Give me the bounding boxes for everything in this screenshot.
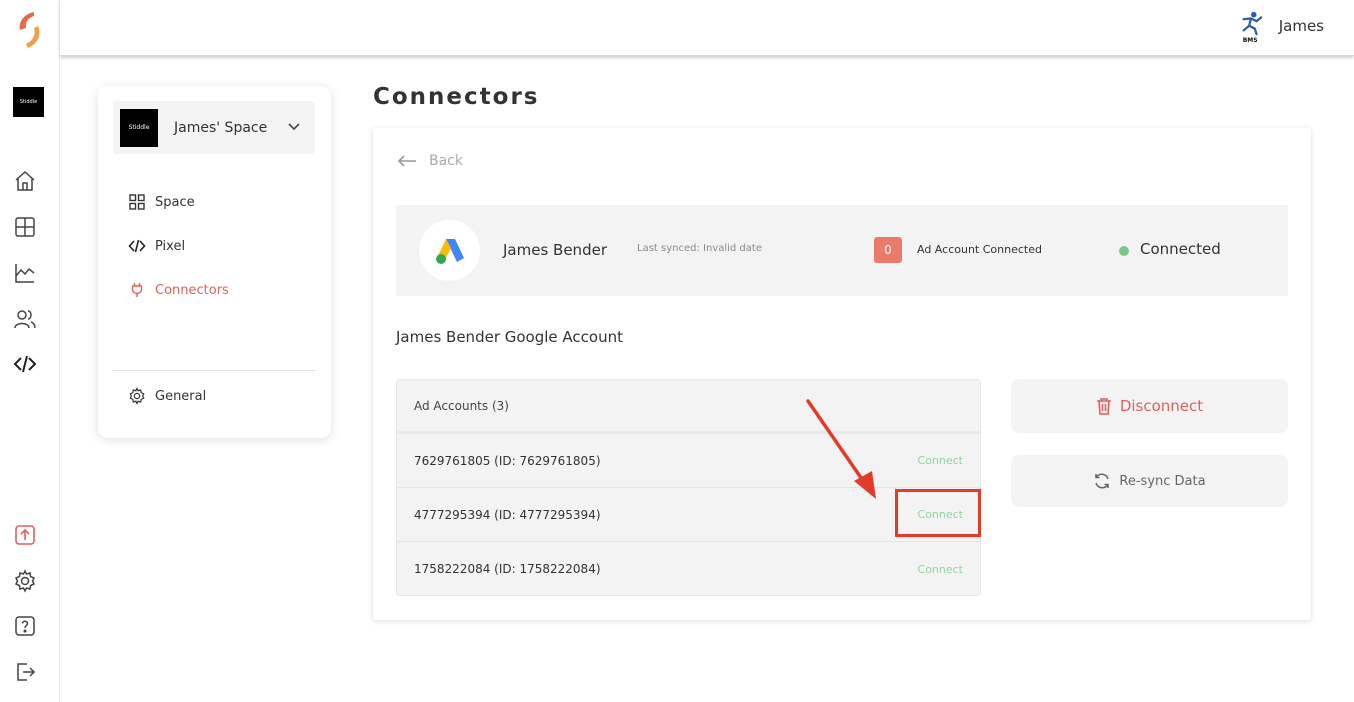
- arrow-left-icon: [397, 155, 416, 167]
- help-icon[interactable]: [12, 613, 38, 639]
- disconnect-label: Disconnect: [1119, 397, 1204, 415]
- workspace-thumbnail[interactable]: Stiddle: [13, 87, 44, 117]
- ad-account-connected-label: Ad Account Connected: [917, 243, 1042, 256]
- dashboard-icon[interactable]: [12, 214, 38, 240]
- account-name: James Bender: [503, 241, 607, 259]
- user-name: James: [1278, 17, 1324, 35]
- plug-icon: [131, 283, 143, 297]
- ad-account-count-badge: 0: [874, 237, 902, 263]
- ad-account-label: 7629761805 (ID: 7629761805): [414, 453, 601, 468]
- resync-button[interactable]: Re-sync Data: [1011, 455, 1288, 507]
- left-rail: Stiddle: [0, 0, 60, 702]
- sidebar-item-label: Connectors: [155, 282, 229, 298]
- status-dot-icon: [1119, 246, 1129, 256]
- back-button[interactable]: Back: [397, 153, 463, 169]
- annotation-highlight-box: [895, 489, 981, 537]
- account-summary: James Bender Last synced: Invalid date 0…: [396, 205, 1288, 296]
- disconnect-button[interactable]: Disconnect: [1011, 379, 1288, 433]
- logout-icon[interactable]: [12, 659, 38, 685]
- last-synced-text: Last synced: Invalid date: [637, 243, 762, 254]
- chevron-down-icon: [288, 123, 300, 131]
- user-logo-text: BMS: [1242, 37, 1258, 44]
- upload-icon[interactable]: [12, 522, 38, 548]
- google-account-title: James Bender Google Account: [396, 328, 623, 346]
- back-label: Back: [429, 153, 463, 169]
- sidebar-item-label: Space: [155, 194, 195, 210]
- trash-icon: [1096, 398, 1111, 415]
- home-icon[interactable]: [12, 168, 38, 194]
- space-name: James' Space: [174, 119, 268, 136]
- page-title: Connectors: [373, 84, 540, 110]
- code-icon[interactable]: [12, 351, 38, 377]
- ad-account-label: 4777295394 (ID: 4777295394): [414, 507, 601, 522]
- sidebar-divider: [113, 370, 316, 371]
- sidebar-item-label: Pixel: [155, 238, 186, 254]
- table-row: 7629761805 (ID: 7629761805) Connect: [397, 434, 980, 488]
- connect-button[interactable]: Connect: [918, 563, 963, 576]
- user-logo-icon: BMS: [1237, 10, 1265, 44]
- user-menu[interactable]: BMS James: [1237, 10, 1324, 44]
- space-selector[interactable]: Stiddle James' Space: [113, 101, 315, 154]
- connector-detail-panel: Back James Bender Last synced: Invalid d…: [373, 128, 1311, 620]
- connection-status: Connected: [1140, 240, 1221, 258]
- ad-account-label: 1758222084 (ID: 1758222084): [414, 562, 601, 576]
- ad-accounts-table: Ad Accounts (3) 7629761805 (ID: 76297618…: [396, 379, 981, 596]
- table-header: Ad Accounts (3): [397, 380, 980, 434]
- table-row: 1758222084 (ID: 1758222084) Connect: [397, 542, 980, 595]
- gear-icon: [129, 387, 145, 405]
- resync-label: Re-sync Data: [1119, 473, 1206, 489]
- top-bar: BMS James: [60, 0, 1354, 56]
- brand-logo-icon[interactable]: [12, 8, 48, 52]
- sidebar-item-general[interactable]: General: [128, 387, 206, 405]
- analytics-icon[interactable]: [12, 260, 38, 286]
- code-icon: [128, 239, 146, 253]
- users-icon[interactable]: [12, 306, 38, 332]
- space-sidebar: Stiddle James' Space Space Pixel Connect…: [98, 86, 331, 438]
- connect-button[interactable]: Connect: [918, 454, 963, 467]
- sidebar-item-pixel[interactable]: Pixel: [128, 237, 185, 255]
- sidebar-item-connectors[interactable]: Connectors: [128, 281, 229, 299]
- settings-icon[interactable]: [12, 568, 38, 594]
- grid-icon: [129, 194, 145, 210]
- sidebar-item-space[interactable]: Space: [128, 193, 195, 211]
- annotation-arrow-icon: [806, 399, 876, 499]
- table-row: 4777295394 (ID: 4777295394) Connect: [397, 488, 980, 542]
- refresh-icon: [1095, 473, 1110, 489]
- google-ads-icon: [419, 220, 480, 281]
- sidebar-item-label: General: [155, 388, 207, 404]
- space-thumbnail: Stiddle: [120, 108, 158, 147]
